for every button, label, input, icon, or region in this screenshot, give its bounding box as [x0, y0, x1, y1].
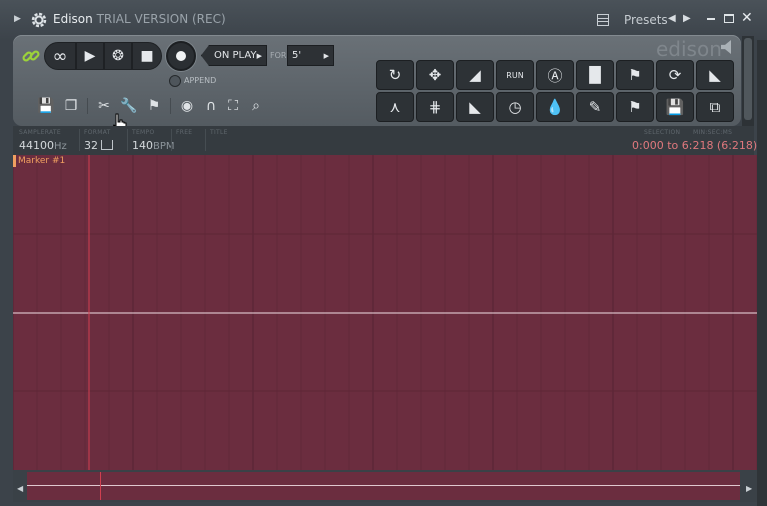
scrub-button[interactable]: ❂: [104, 42, 132, 70]
overview-track[interactable]: [27, 472, 740, 500]
close-icon[interactable]: ✕: [741, 10, 753, 26]
selection-label: SELECTION: [644, 129, 681, 136]
maximize-icon[interactable]: [724, 14, 734, 23]
select-all-icon[interactable]: ⛶: [224, 97, 242, 115]
scroll-left-icon[interactable]: ◀: [17, 484, 23, 493]
copy-icon[interactable]: ❐: [62, 97, 80, 115]
save-icon[interactable]: 💾: [37, 97, 55, 115]
time-stretch-icon[interactable]: ◷: [496, 92, 534, 122]
waveform-area[interactable]: [13, 155, 757, 470]
cut-icon[interactable]: ✂: [95, 97, 113, 115]
edison-window: ▶ Edison TRIAL VERSION (REC) Presets ◀ ▶…: [0, 0, 767, 506]
chevron-right-icon: ▶: [323, 51, 329, 60]
record-length-value: 5': [292, 50, 302, 61]
chevron-right-icon: ▶: [256, 51, 262, 60]
scroll-right-icon[interactable]: ▶: [746, 484, 752, 493]
next-preset-icon[interactable]: ▶: [683, 13, 691, 24]
title-label: TITLE: [210, 129, 228, 136]
loop-record-button[interactable]: ∞: [44, 42, 76, 70]
marker-label[interactable]: Marker #1: [18, 156, 65, 166]
divider: [171, 129, 172, 151]
stop-button[interactable]: ■: [132, 42, 162, 70]
feather-icon[interactable]: ✎: [576, 92, 614, 122]
divider: [79, 129, 80, 151]
background-edge: [757, 40, 767, 506]
selection-value: 0:000 to 6:218 (6:218): [632, 139, 758, 152]
app-name: Edison: [53, 12, 93, 26]
format-label: FORMAT: [84, 129, 111, 136]
eq-icon[interactable]: Ⓐ: [536, 60, 574, 90]
split-icon[interactable]: ⋏: [376, 92, 414, 122]
record-length-selector[interactable]: 5' ▶: [287, 45, 334, 66]
magnet-icon[interactable]: ∩: [202, 97, 220, 115]
prev-preset-icon[interactable]: ◀: [668, 13, 676, 24]
loop-tool-icon[interactable]: ⟳: [656, 60, 694, 90]
panel-scrollbar-thumb[interactable]: [744, 38, 752, 120]
edison-logo: edison: [656, 37, 722, 61]
for-label: FOR: [270, 51, 287, 60]
append-radio[interactable]: [169, 75, 181, 87]
divider: [87, 98, 88, 114]
divider: [170, 98, 171, 114]
free-label: FREE: [176, 129, 193, 136]
save-sample-icon[interactable]: 💾: [656, 92, 694, 122]
divider: [127, 129, 128, 151]
spectrum-icon[interactable]: ▐▌: [576, 60, 614, 90]
format-value[interactable]: 32: [84, 139, 98, 152]
divider: [205, 129, 206, 151]
record-mode-value: ON PLAY: [214, 50, 257, 61]
app-subtitle: TRIAL VERSION (REC): [96, 12, 226, 26]
add-marker-icon[interactable]: ⚑: [616, 60, 654, 90]
flag-icon[interactable]: ⚑: [145, 97, 163, 115]
tempo-label: TEMPO: [132, 129, 155, 136]
fade-out-icon[interactable]: ◣: [456, 92, 494, 122]
format-icon: [101, 140, 113, 150]
normalize-icon[interactable]: ✥: [416, 60, 454, 90]
overview-playhead: [100, 472, 101, 500]
blur-icon[interactable]: 💧: [536, 92, 574, 122]
tempo-value[interactable]: 140BPM: [132, 139, 175, 152]
reverse-icon[interactable]: ↻: [376, 60, 414, 90]
samplerate-value[interactable]: 44100Hz: [19, 139, 67, 152]
minimize-icon[interactable]: [707, 18, 715, 20]
presets-button[interactable]: Presets: [624, 13, 668, 27]
eye-icon[interactable]: ◉: [178, 97, 196, 115]
select-tool-icon[interactable]: ◣: [696, 60, 734, 90]
marker-flag[interactable]: [13, 155, 16, 167]
window-title: Edison TRIAL VERSION (REC): [53, 12, 226, 26]
menu-arrow-icon[interactable]: ▶: [14, 14, 21, 24]
record-mode-selector[interactable]: ON PLAY ▶: [201, 45, 267, 66]
link-icon[interactable]: [20, 45, 42, 67]
record-button[interactable]: [166, 41, 196, 71]
marker-move-icon[interactable]: ⚑: [616, 92, 654, 122]
run-icon[interactable]: RUN: [496, 60, 534, 90]
zoom-icon[interactable]: ⌕: [247, 97, 265, 115]
send-to-channel-icon[interactable]: ⧉: [696, 92, 734, 122]
samplerate-label: SAMPLERATE: [19, 129, 61, 136]
time-format-label: MIN:SEC:MS: [693, 129, 733, 136]
browser-grid-icon[interactable]: [597, 14, 609, 26]
fade-in-icon[interactable]: ◢: [456, 60, 494, 90]
append-label: APPEND: [184, 76, 217, 85]
gear-icon[interactable]: [30, 11, 48, 29]
noise-icon[interactable]: ⋕: [416, 92, 454, 122]
play-button[interactable]: ▶: [76, 42, 104, 70]
overview-waveform: [27, 485, 740, 486]
